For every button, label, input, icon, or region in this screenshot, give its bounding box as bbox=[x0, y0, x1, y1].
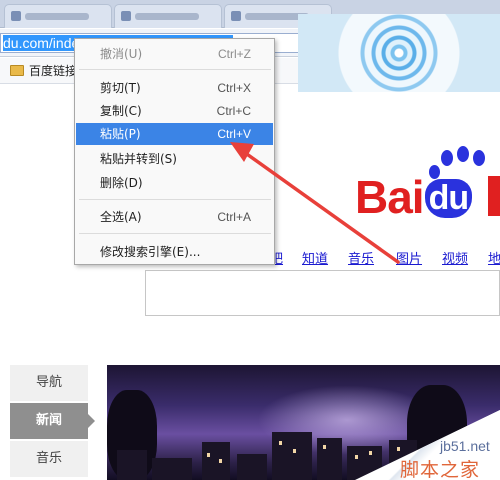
menu-item-label: 修改搜索引擎(E)... bbox=[100, 245, 201, 259]
menu-item-shortcut: Ctrl+C bbox=[216, 104, 251, 118]
menu-item-select-all[interactable]: 全选(A) Ctrl+A bbox=[76, 206, 273, 228]
logo-text-bai: Bai bbox=[355, 171, 425, 223]
menu-item-shortcut: Ctrl+A bbox=[217, 210, 251, 224]
left-nav-item-music[interactable]: 音乐 bbox=[10, 441, 88, 477]
menu-item-paste[interactable]: 粘贴(P) Ctrl+V bbox=[76, 123, 273, 145]
menu-item-undo: 撤消(U) Ctrl+Z bbox=[76, 43, 273, 65]
baidu-paw-toe bbox=[473, 150, 485, 166]
search-input[interactable] bbox=[145, 270, 500, 316]
bookmark-label: 百度链接 bbox=[29, 64, 78, 78]
baidu-paw-toe bbox=[457, 146, 469, 162]
menu-item-copy[interactable]: 复制(C) Ctrl+C bbox=[76, 100, 273, 122]
logo-text-du: du bbox=[424, 179, 473, 218]
tab-favicon-icon bbox=[121, 11, 131, 21]
left-category-nav: 导航 新闻 音乐 bbox=[10, 365, 95, 479]
left-nav-item-navigation[interactable]: 导航 bbox=[10, 365, 88, 401]
tab-favicon-icon bbox=[11, 11, 21, 21]
menu-item-cut[interactable]: 剪切(T) Ctrl+X bbox=[76, 77, 273, 99]
menu-item-shortcut: Ctrl+Z bbox=[218, 47, 251, 61]
menu-item-label: 粘贴(P) bbox=[100, 127, 141, 141]
nav-link-map[interactable]: 地 bbox=[488, 248, 500, 267]
watermark-brand-text: 脚本之家 bbox=[400, 459, 481, 480]
nav-link-music[interactable]: 音乐 bbox=[348, 248, 374, 267]
nav-link-images[interactable]: 图片 bbox=[396, 248, 422, 267]
menu-item-shortcut: Ctrl+V bbox=[217, 127, 251, 141]
watermark-site-text: jb51.net bbox=[440, 438, 490, 454]
menu-item-paste-and-go[interactable]: 粘贴并转到(S) bbox=[76, 148, 273, 170]
browser-tab[interactable] bbox=[4, 4, 112, 28]
tab-favicon-icon bbox=[231, 11, 241, 21]
menu-item-label: 删除(D) bbox=[100, 176, 143, 190]
swirl-overlay-image bbox=[298, 14, 500, 92]
context-menu: 撤消(U) Ctrl+Z 剪切(T) Ctrl+X 复制(C) Ctrl+C 粘… bbox=[74, 38, 275, 265]
left-nav-item-news[interactable]: 新闻 bbox=[10, 403, 95, 439]
menu-separator bbox=[79, 233, 271, 234]
bookmark-item[interactable]: 百度链接 bbox=[10, 62, 77, 80]
menu-item-label: 撤消(U) bbox=[100, 47, 143, 61]
baidu-paw-toe bbox=[441, 150, 453, 166]
nav-link-zhidao[interactable]: 知道 bbox=[302, 248, 328, 267]
folder-icon bbox=[10, 65, 24, 76]
menu-item-shortcut: Ctrl+X bbox=[217, 81, 251, 95]
baidu-logo[interactable]: Bai du bbox=[355, 170, 473, 224]
menu-item-label: 剪切(T) bbox=[100, 81, 141, 95]
menu-separator bbox=[79, 69, 271, 70]
menu-item-delete[interactable]: 删除(D) bbox=[76, 172, 273, 194]
menu-item-manage-search-engines[interactable]: 修改搜索引擎(E)... bbox=[76, 241, 273, 263]
browser-tab[interactable] bbox=[114, 4, 222, 28]
logo-letter-fragment bbox=[488, 176, 500, 216]
nav-link-video[interactable]: 视频 bbox=[442, 248, 468, 267]
menu-item-label: 粘贴并转到(S) bbox=[100, 152, 177, 166]
menu-separator bbox=[79, 199, 271, 200]
baidu-nav-links: 吧 知道 音乐 图片 视频 地 bbox=[270, 248, 500, 267]
menu-item-label: 全选(A) bbox=[100, 210, 142, 224]
menu-item-label: 复制(C) bbox=[100, 104, 142, 118]
